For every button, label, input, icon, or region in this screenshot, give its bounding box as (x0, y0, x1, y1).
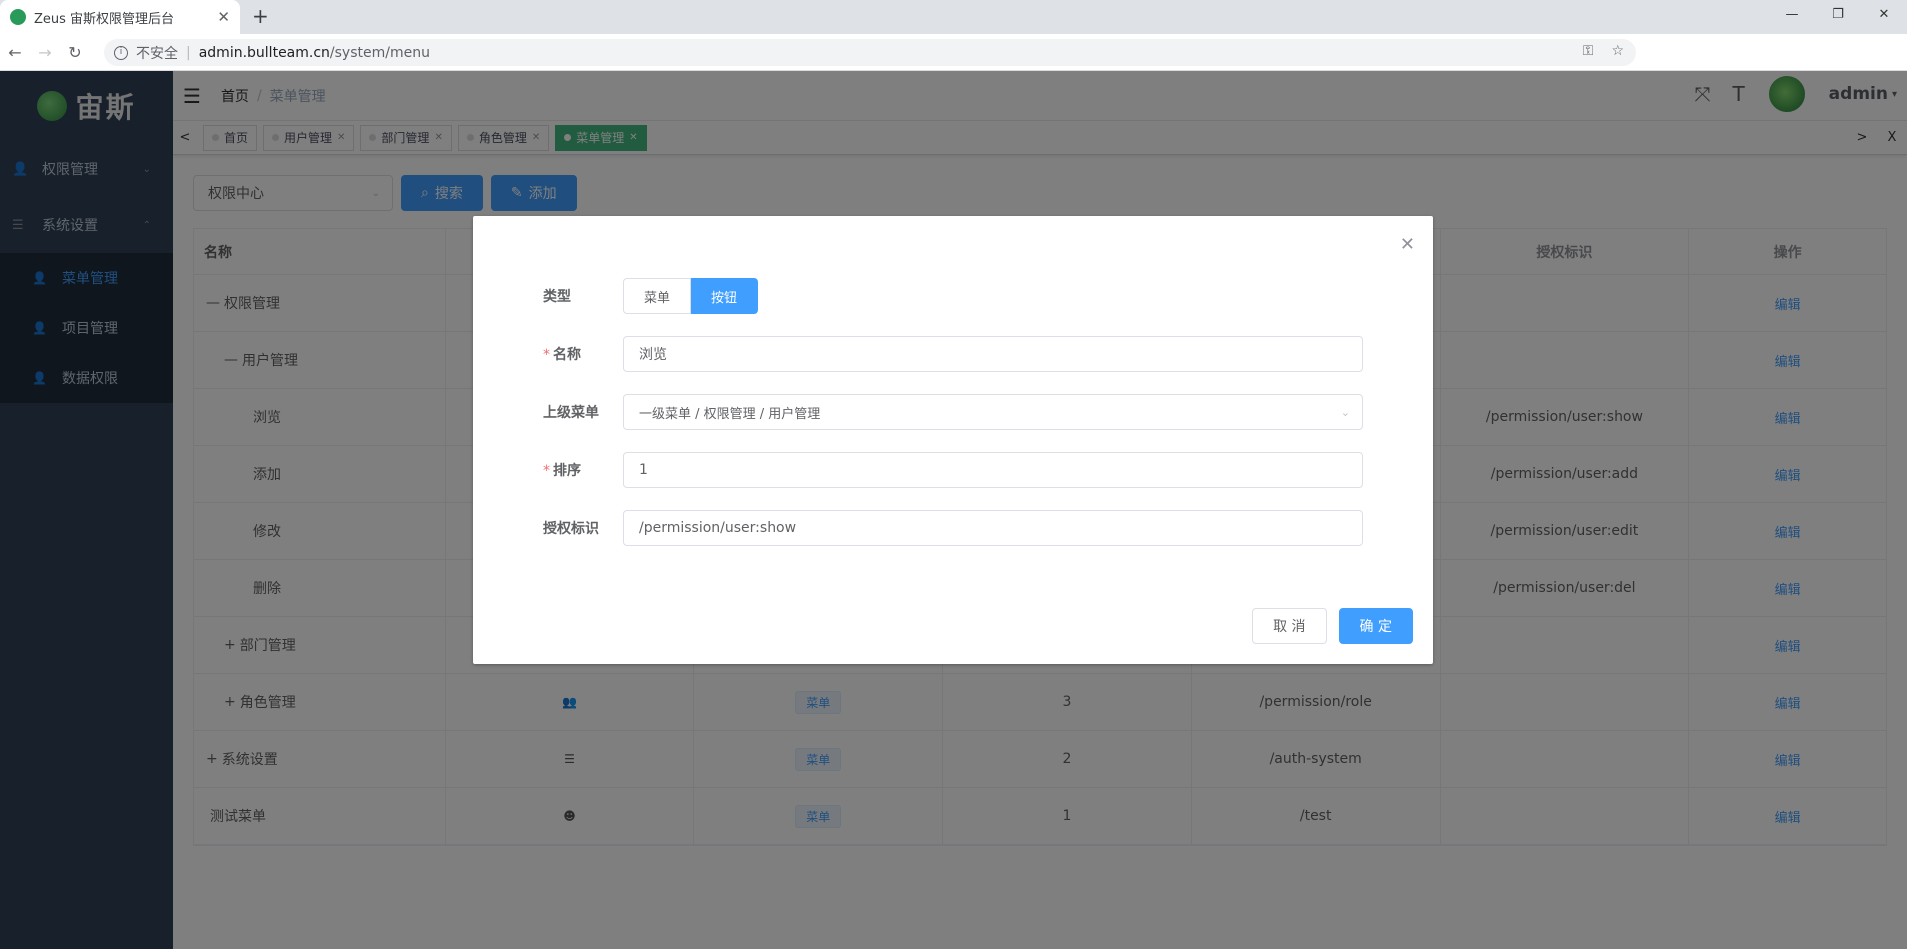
url-path: /system/menu (329, 44, 430, 61)
new-tab-button[interactable]: + (252, 6, 269, 26)
forward-icon[interactable]: → (30, 43, 60, 62)
info-icon[interactable]: i (114, 45, 128, 60)
name-label: * 名称 (543, 344, 623, 364)
browser-tab[interactable]: Zeus 宙斯权限管理后台 ✕ (0, 0, 240, 34)
required-mark: * (543, 347, 550, 363)
name-input-value: 浏览 (639, 347, 667, 363)
site-favicon-icon (10, 9, 26, 25)
form-row-perm: 授权标识 /permission/user:show (543, 510, 1363, 546)
name-input[interactable]: 浏览 (623, 336, 1363, 372)
perm-input-value: /permission/user:show (639, 520, 797, 536)
sort-input[interactable]: 1 (623, 452, 1363, 488)
parent-label: 上级菜单 (543, 405, 599, 421)
type-option-menu[interactable]: 菜单 (623, 278, 692, 314)
sort-label: * 排序 (543, 460, 623, 480)
close-tab-icon[interactable]: ✕ (217, 8, 230, 26)
form-row-name: * 名称 浏览 (543, 336, 1363, 372)
parent-value: 一级菜单 / 权限管理 / 用户管理 (639, 406, 821, 422)
window-controls: — ❐ ✕ (1769, 0, 1907, 30)
confirm-button[interactable]: 确 定 (1338, 608, 1413, 644)
browser-toolbar: ← → ↻ i 不安全 | admin.bullteam.cn /system/… (0, 34, 1907, 94)
address-separator: | (186, 44, 191, 61)
name-label-text: 名称 (553, 347, 581, 363)
key-icon[interactable]: ⚿ (1583, 43, 1594, 59)
url-host: admin.bullteam.cn (198, 44, 330, 61)
address-bar[interactable]: i 不安全 | admin.bullteam.cn /system/menu ⚿… (104, 39, 1636, 66)
security-label: 不安全 (136, 45, 178, 62)
sort-label-text: 排序 (553, 463, 581, 479)
type-label: 类型 (543, 289, 571, 305)
close-icon[interactable]: ✕ (1400, 234, 1415, 255)
form-row-parent: 上级菜单 一级菜单 / 权限管理 / 用户管理 ⌄ (543, 394, 1363, 430)
restore-button[interactable]: ❐ (1815, 0, 1861, 30)
cancel-button[interactable]: 取 消 (1252, 608, 1327, 644)
form-row-sort: * 排序 1 (543, 452, 1363, 488)
minimize-button[interactable]: — (1769, 0, 1815, 30)
type-option-button[interactable]: 按钮 (691, 278, 759, 314)
close-window-button[interactable]: ✕ (1861, 0, 1907, 30)
type-radio-group: 菜单 按钮 (623, 278, 759, 314)
required-mark: * (543, 463, 550, 479)
reload-icon[interactable]: ↻ (60, 43, 90, 62)
chevron-down-icon: ⌄ (1340, 405, 1350, 419)
sort-input-value: 1 (639, 462, 648, 478)
menu-edit-dialog: ✕ 类型 菜单 按钮 * 名称 浏览 上级菜单 一级菜单 / 权限管理 / 用户管… (473, 216, 1433, 664)
dialog-footer: 取 消 确 定 (1252, 608, 1413, 644)
perm-input[interactable]: /permission/user:show (623, 510, 1363, 546)
form-row-type: 类型 菜单 按钮 (543, 278, 759, 314)
address-actions: ⚿ ☆ (1583, 43, 1624, 59)
browser-tab-strip: Zeus 宙斯权限管理后台 ✕ + — ❐ ✕ (0, 0, 1907, 34)
back-icon[interactable]: ← (0, 43, 30, 62)
browser-tab-title: Zeus 宙斯权限管理后台 (34, 11, 175, 27)
bookmark-star-icon[interactable]: ☆ (1611, 43, 1624, 59)
perm-label: 授权标识 (543, 521, 599, 537)
parent-cascader[interactable]: 一级菜单 / 权限管理 / 用户管理 ⌄ (623, 394, 1363, 430)
